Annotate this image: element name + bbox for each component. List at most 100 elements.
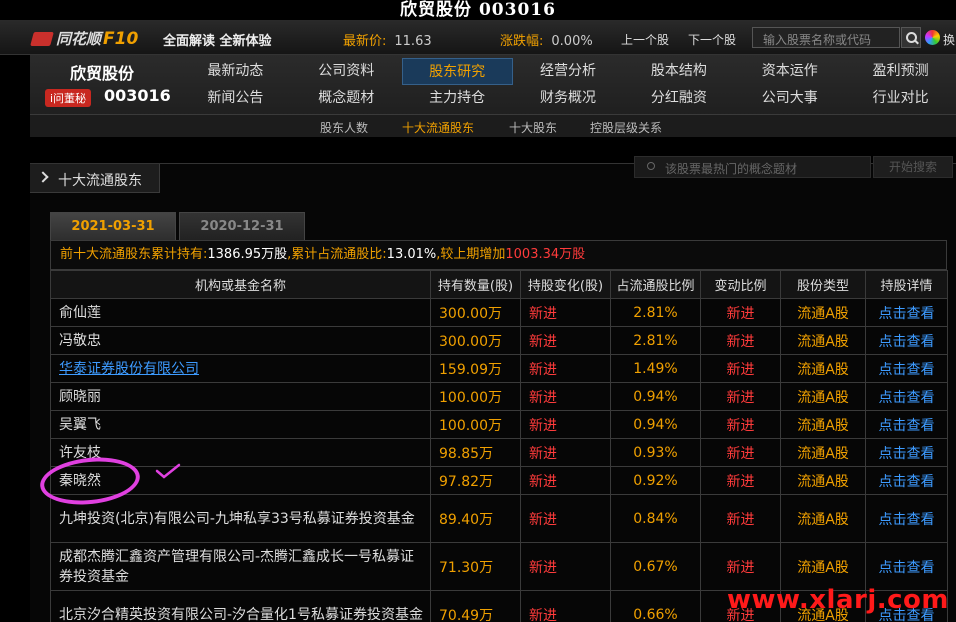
holder-name: 吴翼飞 (50, 410, 431, 439)
concept-search-input[interactable]: 该股票最热门的概念题材 (634, 156, 871, 178)
concept-search-button[interactable]: 开始搜索 (873, 156, 953, 178)
holding-change: 新进 (520, 542, 611, 591)
nav-item[interactable]: 概念题材 (291, 85, 402, 112)
holding-amount: 98.85万 (430, 438, 521, 467)
nav-item[interactable]: 公司资料 (291, 58, 402, 85)
stock-search-input[interactable]: 输入股票名称或代码 (752, 27, 900, 48)
nav-item-active[interactable]: 股东研究 (401, 58, 513, 85)
nav-item[interactable]: 股本结构 (623, 58, 734, 85)
holding-change: 新进 (520, 326, 611, 355)
summary-ratio-label: ,累计占流通股比: (287, 247, 387, 262)
table-row: 顾晓丽 100.00万 新进 0.94% 新进 流通A股 点击查看 (50, 382, 948, 411)
subnav-item-active[interactable]: 十大流通股东 (402, 119, 474, 136)
change-ratio: 新进 (700, 438, 781, 467)
price-change-value: 0.00% (551, 34, 593, 49)
holding-amount: 159.09万 (430, 354, 521, 383)
nav-item[interactable]: 最新动态 (180, 58, 291, 85)
table-row: 吴翼飞 100.00万 新进 0.94% 新进 流通A股 点击查看 (50, 410, 948, 439)
table-row: 俞仙莲 300.00万 新进 2.81% 新进 流通A股 点击查看 (50, 298, 948, 327)
ths-logo[interactable]: 同花顺 F10 (30, 28, 138, 49)
tab-2021-03-31[interactable]: 2021-03-31 (50, 212, 176, 240)
holders-table: 机构或基金名称 持有数量(股) 持股变化(股) 占流通股比例 变动比例 股份类型… (50, 270, 948, 622)
holder-name[interactable]: 华泰证券股份有限公司 (50, 354, 431, 383)
col-header: 持股详情 (865, 270, 948, 299)
holder-name: 北京汐合精英投资有限公司-汐合量化1号私募证券投资基金 (50, 590, 431, 622)
latest-price-value: 11.63 (394, 34, 432, 49)
nav-item[interactable]: 盈利预测 (845, 58, 956, 85)
change-ratio: 新进 (700, 466, 781, 495)
stock-nav-panel: 欣贸股份 i问董秘 003016 最新动态 公司资料 股东研究 经营分析 股本结… (30, 55, 956, 137)
detail-link[interactable]: 点击查看 (865, 298, 948, 327)
brand-name: 同花顺 (56, 30, 102, 48)
detail-link[interactable]: 点击查看 (865, 542, 948, 591)
search-icon[interactable] (901, 27, 921, 48)
holding-amount: 300.00万 (430, 298, 521, 327)
share-type: 流通A股 (780, 438, 866, 467)
nav-menu: 最新动态 公司资料 股东研究 经营分析 股本结构 资本运作 盈利预测 新闻公告 … (180, 58, 956, 112)
prev-stock-button[interactable]: 上一个股 (621, 31, 669, 48)
nav-item[interactable]: 公司大事 (734, 85, 845, 112)
float-ratio: 2.81% (610, 326, 701, 355)
change-ratio: 新进 (700, 542, 781, 591)
subnav-item[interactable]: 十大股东 (509, 119, 557, 136)
float-ratio: 1.49% (610, 354, 701, 383)
stock-name: 欣贸股份 (70, 64, 135, 83)
table-row: 冯敬忠 300.00万 新进 2.81% 新进 流通A股 点击查看 (50, 326, 948, 355)
skin-switch-label[interactable]: 换 (943, 31, 955, 48)
flame-logo-icon (30, 31, 54, 46)
change-ratio: 新进 (700, 354, 781, 383)
nav-item[interactable]: 主力持仓 (402, 85, 513, 112)
detail-link[interactable]: 点击查看 (865, 466, 948, 495)
table-row: 华泰证券股份有限公司 159.09万 新进 1.49% 新进 流通A股 点击查看 (50, 354, 948, 383)
holding-change: 新进 (520, 298, 611, 327)
holding-amount: 70.49万 (430, 590, 521, 622)
col-header: 股份类型 (780, 270, 866, 299)
table-row: 成都杰腾汇鑫资产管理有限公司-杰腾汇鑫成长一号私募证券投资基金 71.30万 新进 0… (50, 542, 948, 591)
ask-secretary-button[interactable]: i问董秘 (45, 89, 92, 107)
window-title-bar: 欣贸股份 003016 (0, 0, 956, 20)
summary-ratio: 13.01% (386, 247, 437, 262)
change-ratio: 新进 (700, 298, 781, 327)
col-header: 持有数量(股) (430, 270, 521, 299)
nav-item[interactable]: 经营分析 (513, 58, 624, 85)
float-ratio: 0.93% (610, 438, 701, 467)
top-ten-holders-section: 十大流通股东 该股票最热门的概念题材 开始搜索 2021-03-31 2020-… (30, 156, 956, 622)
holder-name: 俞仙莲 (50, 298, 431, 327)
share-type: 流通A股 (780, 298, 866, 327)
holder-name: 许友枝 (50, 438, 431, 467)
tab-2020-12-31[interactable]: 2020-12-31 (179, 212, 305, 240)
change-ratio: 新进 (700, 382, 781, 411)
detail-link[interactable]: 点击查看 (865, 382, 948, 411)
holder-name: 顾晓丽 (50, 382, 431, 411)
section-header[interactable]: 十大流通股东 (30, 164, 160, 193)
detail-link[interactable]: 点击查看 (865, 354, 948, 383)
float-ratio: 2.81% (610, 298, 701, 327)
next-stock-button[interactable]: 下一个股 (688, 31, 736, 48)
float-ratio: 0.94% (610, 410, 701, 439)
float-ratio: 0.67% (610, 542, 701, 591)
nav-item[interactable]: 分红融资 (623, 85, 734, 112)
holding-change: 新进 (520, 590, 611, 622)
nav-item[interactable]: 资本运作 (734, 58, 845, 85)
col-header: 占流通股比例 (610, 270, 701, 299)
skin-palette-icon[interactable] (925, 30, 940, 45)
holding-amount: 100.00万 (430, 410, 521, 439)
holding-change: 新进 (520, 410, 611, 439)
sub-nav: 股东人数 十大流通股东 十大股东 控股层级关系 (30, 114, 956, 137)
share-type: 流通A股 (780, 494, 866, 543)
subnav-item[interactable]: 控股层级关系 (590, 119, 662, 136)
subnav-item[interactable]: 股东人数 (320, 119, 368, 136)
section-title: 十大流通股东 (58, 173, 142, 189)
detail-link[interactable]: 点击查看 (865, 410, 948, 439)
nav-item[interactable]: 行业对比 (845, 85, 956, 112)
holder-name: 九坤投资(北京)有限公司-九坤私享33号私募证券投资基金 (50, 494, 431, 543)
nav-item[interactable]: 新闻公告 (180, 85, 291, 112)
detail-link[interactable]: 点击查看 (865, 494, 948, 543)
float-ratio: 0.84% (610, 494, 701, 543)
holding-amount: 89.40万 (430, 494, 521, 543)
table-row: 许友枝 98.85万 新进 0.93% 新进 流通A股 点击查看 (50, 438, 948, 467)
detail-link[interactable]: 点击查看 (865, 326, 948, 355)
nav-row-2: 新闻公告 概念题材 主力持仓 财务概况 分红融资 公司大事 行业对比 (180, 85, 956, 112)
detail-link[interactable]: 点击查看 (865, 438, 948, 467)
nav-item[interactable]: 财务概况 (513, 85, 624, 112)
